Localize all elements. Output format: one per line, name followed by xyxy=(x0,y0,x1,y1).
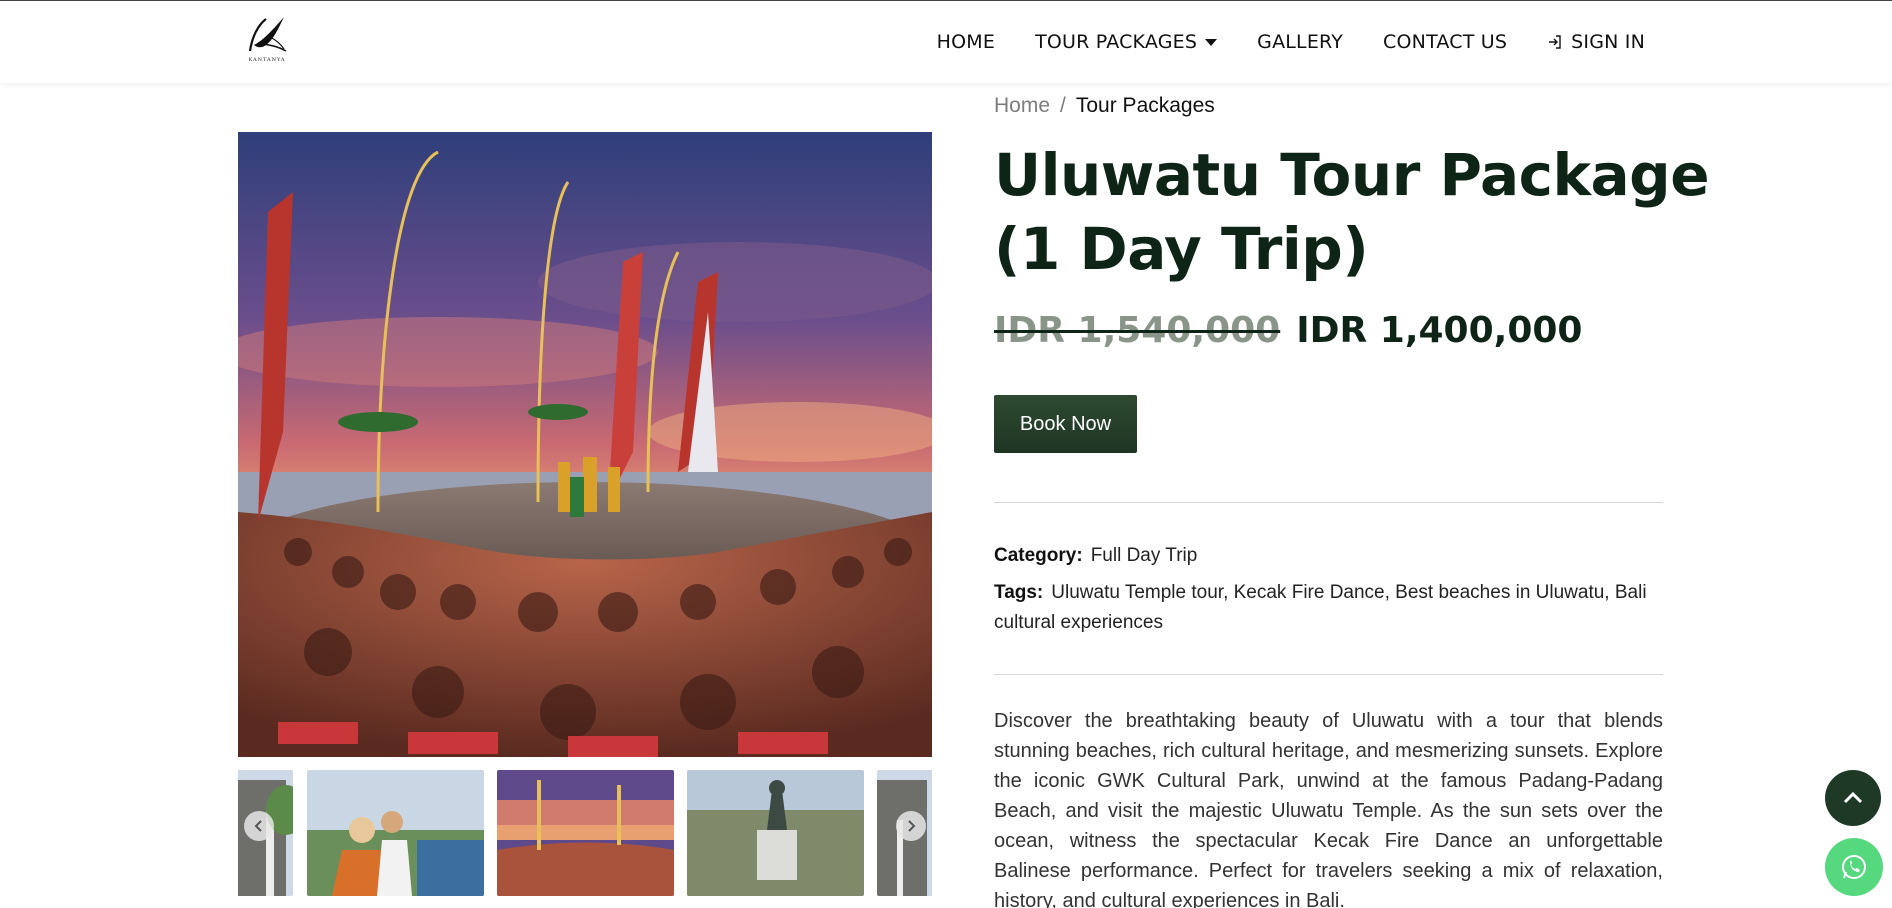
thumbnails-next-button[interactable] xyxy=(896,811,926,841)
nav-gallery[interactable]: GALLERY xyxy=(1257,31,1343,53)
breadcrumb: Home / Tour Packages xyxy=(994,94,1215,118)
original-price: IDR 1,540,000 xyxy=(994,310,1281,351)
thumbnail-strip xyxy=(238,770,932,896)
sale-price: IDR 1,400,000 xyxy=(1296,310,1583,351)
site-header: KANTANYA HOME TOUR PACKAGES GALLERY CONT… xyxy=(0,1,1892,83)
tags-label: Tags: xyxy=(994,582,1044,603)
caret-down-icon xyxy=(1205,38,1218,46)
main-product-image[interactable] xyxy=(238,132,932,757)
nav-home[interactable]: HOME xyxy=(937,31,995,53)
sign-in-icon xyxy=(1549,35,1561,49)
whatsapp-icon xyxy=(1842,855,1866,879)
chevron-right-icon xyxy=(908,820,916,832)
book-now-button[interactable]: Book Now xyxy=(994,395,1137,453)
thumbnail-kecak[interactable] xyxy=(497,770,674,896)
product-description: Discover the breathtaking beauty of Uluw… xyxy=(994,710,1663,908)
breadcrumb-home[interactable]: Home xyxy=(994,94,1050,118)
gwk-thumbnail-photo xyxy=(687,770,864,896)
breadcrumb-current[interactable]: Tour Packages xyxy=(1076,94,1215,118)
scroll-to-top-button[interactable] xyxy=(1825,770,1881,826)
logo-mark-icon xyxy=(248,17,287,52)
nav-sign-in-label: SIGN IN xyxy=(1571,31,1645,53)
thumbnail-gwk[interactable] xyxy=(687,770,864,896)
main-nav: HOME TOUR PACKAGES GALLERY CONTACT US SI… xyxy=(937,1,1645,83)
divider xyxy=(994,674,1663,675)
kecak-thumbnail-photo xyxy=(497,770,674,896)
logo[interactable]: KANTANYA xyxy=(241,15,293,71)
category-label: Category: xyxy=(994,545,1083,566)
price-row: IDR 1,540,000 IDR 1,400,000 xyxy=(994,310,1582,351)
nav-tour-packages-label: TOUR PACKAGES xyxy=(1035,31,1198,53)
chevron-left-icon xyxy=(254,820,262,832)
couple-thumbnail-photo xyxy=(307,770,484,896)
tags-value[interactable]: Uluwatu Temple tour, Kecak Fire Dance, B… xyxy=(994,582,1647,633)
category-value[interactable]: Full Day Trip xyxy=(1091,545,1198,566)
thumbnail-couple[interactable] xyxy=(307,770,484,896)
kecak-dance-photo xyxy=(238,132,932,757)
thumbnails-prev-button[interactable] xyxy=(244,811,274,841)
category-row: Category: Full Day Trip xyxy=(994,541,1663,571)
breadcrumb-separator: / xyxy=(1060,94,1066,117)
chevron-up-icon xyxy=(1843,791,1863,804)
divider xyxy=(994,502,1663,503)
nav-tour-packages[interactable]: TOUR PACKAGES xyxy=(1035,31,1218,53)
whatsapp-button[interactable] xyxy=(1825,838,1883,896)
tags-row: Tags: Uluwatu Temple tour, Kecak Fire Dan… xyxy=(994,578,1663,638)
logo-text: KANTANYA xyxy=(248,57,286,63)
nav-sign-in[interactable]: SIGN IN xyxy=(1547,31,1645,53)
page-title: Uluwatu Tour Package (1 Day Trip) xyxy=(994,141,1710,283)
nav-contact[interactable]: CONTACT US xyxy=(1383,31,1507,53)
